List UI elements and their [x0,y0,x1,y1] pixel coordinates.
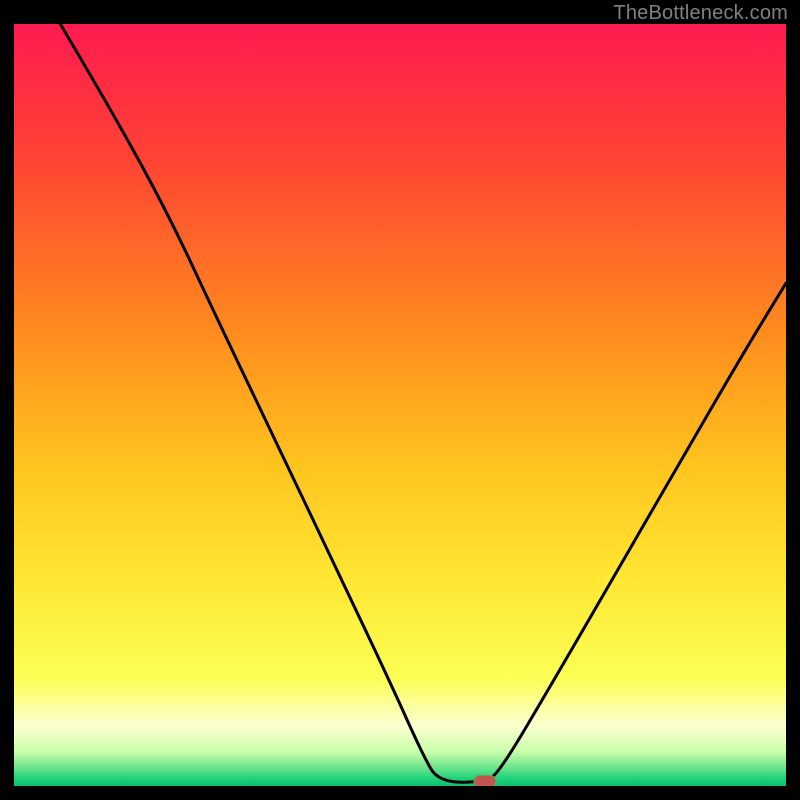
plot-area [14,24,786,786]
optimal-marker [474,775,496,786]
bottleneck-chart [14,24,786,786]
gradient-background [14,24,786,786]
chart-frame: TheBottleneck.com [0,0,800,800]
watermark-text: TheBottleneck.com [613,2,788,25]
